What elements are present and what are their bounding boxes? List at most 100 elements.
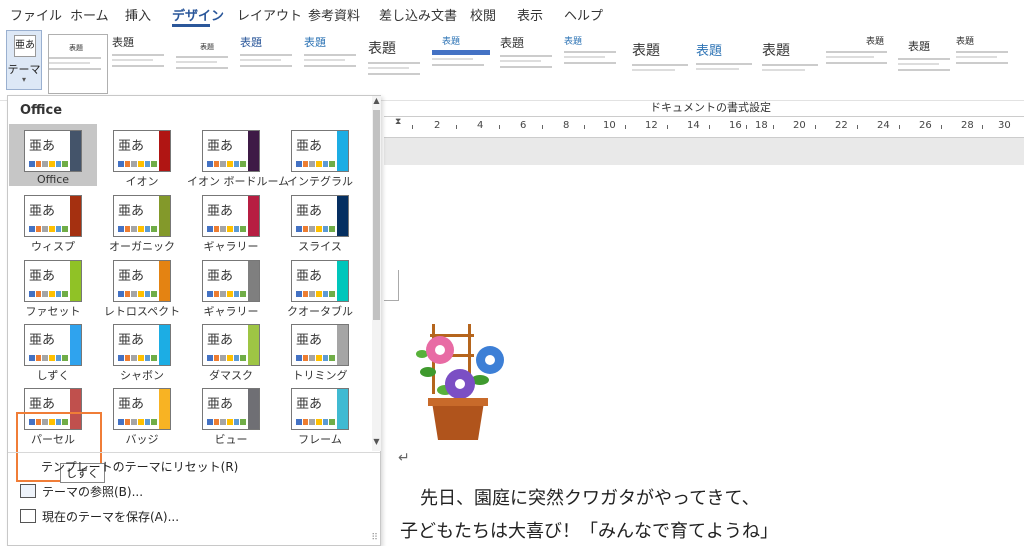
style-set-thumb[interactable]: 表題: [368, 34, 426, 92]
document-text-line[interactable]: 子どもたちは大喜び！「みんなで育てようね」: [400, 517, 778, 543]
themes-button[interactable]: 亜あ テーマ ▾: [6, 30, 42, 90]
color-swatch: [240, 419, 247, 425]
theme-tile[interactable]: 亜あ スライス: [276, 189, 364, 253]
theme-tile[interactable]: 亜あ フレーム: [276, 382, 364, 446]
color-swatch: [316, 355, 322, 361]
scroll-down-icon[interactable]: ▼: [372, 437, 381, 449]
color-swatch: [309, 355, 316, 361]
color-swatch: [131, 291, 138, 297]
style-set-title: 表題: [632, 43, 660, 59]
theme-tile[interactable]: 亜あ Office: [9, 124, 97, 186]
tab-review[interactable]: 校閲: [470, 5, 496, 24]
tab-file[interactable]: ファイル: [10, 5, 62, 24]
theme-tile[interactable]: 亜あ クオータブル: [276, 254, 364, 318]
color-swatch: [207, 419, 213, 425]
style-set-thumb[interactable]: 表題: [500, 34, 558, 92]
style-set-thumb[interactable]: 表題: [48, 34, 108, 94]
reset-theme-command[interactable]: テンプレートのテーマにリセット(R): [41, 458, 238, 475]
document-text-line[interactable]: 先日、園庭に突然クワガタがやってきて、: [420, 484, 760, 510]
style-set-title: 表題: [112, 36, 134, 49]
color-swatch: [296, 226, 302, 232]
color-swatch: [55, 355, 62, 361]
resize-grip-icon[interactable]: ⠿: [371, 533, 378, 543]
style-set-thumb[interactable]: 表題: [956, 34, 1014, 92]
tab-help[interactable]: ヘルプ: [564, 5, 603, 24]
theme-preview: 亜あ: [202, 130, 260, 172]
horizontal-ruler[interactable]: ⧗ 2 4 6 8 10 12 14 16 18 20 22 24 26 28 …: [384, 116, 1024, 138]
save-theme-command[interactable]: 現在のテーマを保存(A)...: [20, 508, 179, 525]
color-swatch: [233, 226, 240, 232]
theme-preview-text: 亜あ: [29, 333, 56, 348]
color-swatch: [329, 419, 336, 425]
theme-preview: 亜あ: [113, 388, 171, 430]
style-set-thumb[interactable]: 表題: [762, 34, 824, 92]
color-swatch: [151, 291, 158, 297]
style-set-thumb[interactable]: 表題: [564, 34, 622, 92]
style-set-thumb[interactable]: 表題: [696, 34, 758, 92]
theme-tile[interactable]: 亜あ しずく: [9, 318, 97, 382]
theme-preview: 亜あ: [113, 260, 171, 302]
theme-tile[interactable]: 亜あ イオン ボードルーム: [187, 124, 289, 188]
style-set-thumb[interactable]: 表題: [240, 34, 298, 92]
theme-preview-text: 亜あ: [29, 139, 56, 154]
style-set-title: 表題: [240, 36, 262, 49]
style-set-title: 表題: [564, 37, 583, 47]
theme-tile[interactable]: 亜あ バッジ: [98, 382, 186, 446]
browse-themes-command[interactable]: テーマの参照(B)...: [20, 483, 143, 500]
color-swatch: [138, 291, 144, 297]
theme-preview-text: 亜あ: [207, 333, 234, 348]
style-set-thumb[interactable]: 表題: [632, 34, 694, 92]
theme-tile[interactable]: 亜あ ギャラリー: [187, 254, 275, 318]
color-swatch: [316, 419, 322, 425]
style-set-thumb[interactable]: 表題: [898, 34, 956, 92]
style-set-thumb[interactable]: 表題: [304, 34, 362, 92]
theme-accent-strip: [70, 131, 81, 171]
color-swatch: [302, 355, 309, 361]
color-swatch: [220, 419, 227, 425]
color-swatch: [309, 419, 316, 425]
theme-tile[interactable]: 亜あ イオン: [98, 124, 186, 188]
theme-tile[interactable]: 亜あ ビュー: [187, 382, 275, 446]
style-set-thumb[interactable]: 表題: [826, 34, 894, 92]
style-set-thumb[interactable]: 表題: [112, 34, 170, 92]
color-swatch: [151, 355, 158, 361]
color-swatch: [138, 419, 144, 425]
theme-preview-text: 亜あ: [296, 204, 323, 219]
scroll-up-icon[interactable]: ▲: [372, 96, 381, 108]
ruler-number: 8: [563, 120, 570, 131]
color-swatch: [144, 419, 151, 425]
color-swatch: [213, 291, 220, 297]
tab-layout[interactable]: レイアウト: [237, 5, 302, 24]
theme-tile[interactable]: 亜あ ウィスプ: [9, 189, 97, 253]
theme-accent-strip: [248, 325, 259, 365]
tab-design[interactable]: デザイン: [172, 5, 224, 24]
style-set-thumb[interactable]: 表題: [176, 34, 234, 92]
style-set-thumb[interactable]: 表題: [432, 34, 490, 92]
style-set-title: 表題: [908, 40, 930, 53]
style-set-title: 表題: [500, 36, 525, 50]
theme-tile[interactable]: 亜あ シャボン: [98, 318, 186, 382]
tab-home[interactable]: ホーム: [70, 5, 109, 24]
color-swatch: [227, 226, 233, 232]
theme-label: ギャラリー: [203, 305, 259, 318]
theme-tile[interactable]: 亜あ オーガニック: [98, 189, 186, 253]
theme-tile[interactable]: 亜あ レトロスペクト: [98, 254, 186, 318]
theme-tile[interactable]: 亜あ ギャラリー: [187, 189, 275, 253]
tab-view[interactable]: 表示: [517, 5, 543, 24]
indent-marker-icon[interactable]: ⧗: [395, 117, 405, 135]
themes-dropdown-panel: Office 亜あ Office 亜あ イオン 亜あ イオン ボードルーム 亜あ インテグラル…: [7, 95, 381, 546]
ruler-number: 6: [520, 120, 527, 131]
gallery-scrollbar[interactable]: ▲ ▼: [372, 96, 381, 451]
theme-tile[interactable]: 亜あ ファセット: [9, 254, 97, 318]
scrollbar-thumb[interactable]: [373, 110, 380, 320]
color-swatch: [118, 355, 124, 361]
tab-references[interactable]: 参考資料: [308, 5, 360, 24]
color-swatch: [144, 291, 151, 297]
theme-tile[interactable]: 亜あ トリミング: [276, 318, 364, 382]
tab-mailings[interactable]: 差し込み文書: [379, 5, 457, 24]
theme-tile[interactable]: 亜あ ダマスク: [187, 318, 275, 382]
style-set-title: 表題: [69, 44, 83, 52]
theme-tile[interactable]: 亜あ インテグラル: [276, 124, 364, 188]
color-swatch: [29, 161, 35, 167]
tab-insert[interactable]: 挿入: [125, 5, 151, 24]
